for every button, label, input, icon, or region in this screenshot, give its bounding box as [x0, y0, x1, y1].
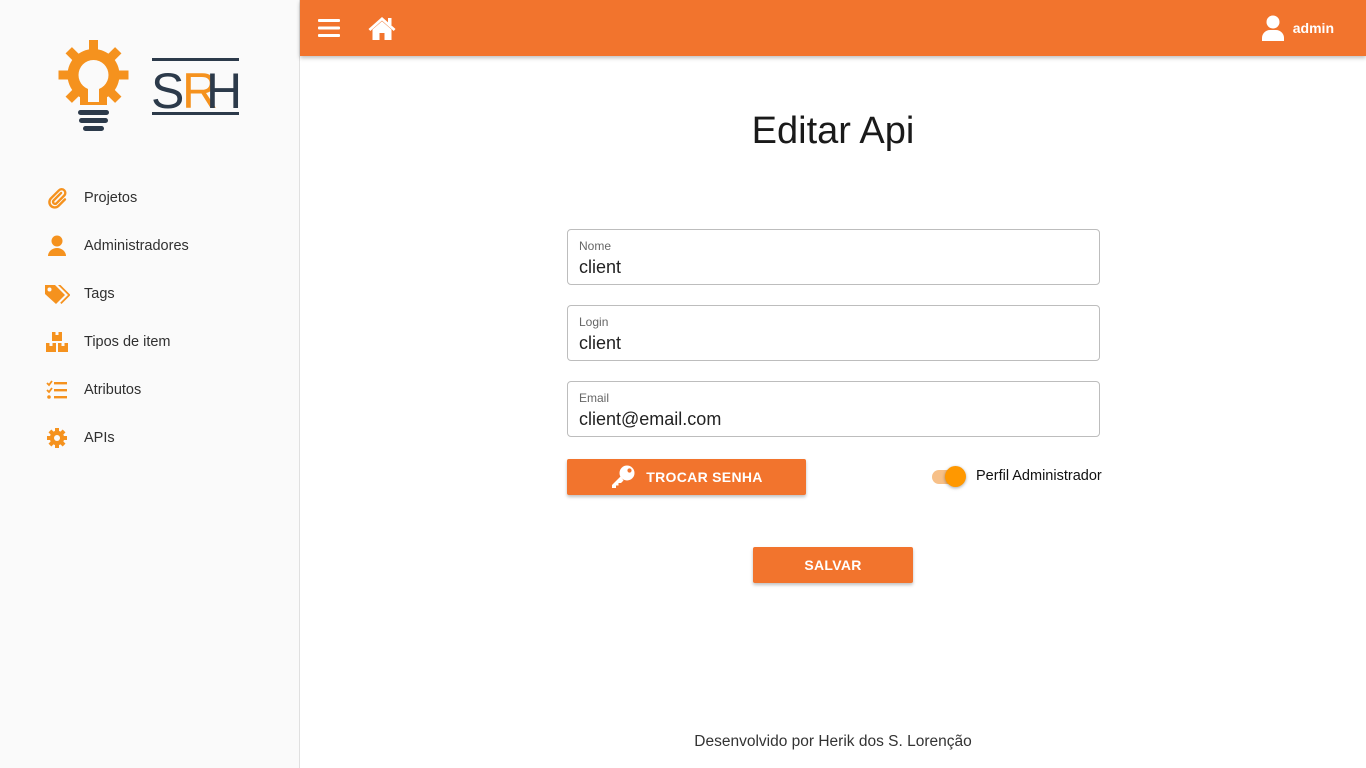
sidebar-nav: Projetos Administradores Tags Tipos de i…: [0, 174, 299, 462]
user-icon: [44, 234, 70, 258]
change-password-button[interactable]: TROCAR SENHA: [567, 459, 806, 495]
sidebar: S R H Projetos Administradores Tags Tipo…: [0, 0, 300, 768]
sidebar-item-label: Tipos de item: [84, 334, 171, 350]
home-icon[interactable]: [367, 14, 397, 42]
svg-text:S: S: [151, 63, 184, 119]
gear-icon: [44, 426, 70, 450]
user-name: admin: [1292, 20, 1334, 36]
email-field[interactable]: Email: [567, 381, 1100, 437]
sidebar-item-projetos[interactable]: Projetos: [0, 174, 299, 222]
page-title: Editar Api: [751, 110, 915, 152]
svg-text:H: H: [206, 63, 242, 119]
srh-logo: S R H: [56, 38, 246, 138]
menu-icon[interactable]: [316, 16, 342, 40]
change-password-label: TROCAR SENHA: [646, 469, 763, 485]
name-input[interactable]: [579, 255, 1084, 279]
boxes-icon: [44, 330, 70, 354]
sidebar-item-label: APIs: [84, 430, 115, 446]
name-field-label: Nome: [579, 239, 612, 253]
email-field-label: Email: [579, 391, 610, 405]
email-input[interactable]: [579, 407, 1084, 431]
key-icon: [610, 465, 636, 489]
top-app-bar: admin: [300, 0, 1366, 56]
paperclip-icon: [44, 186, 70, 210]
sidebar-item-tags[interactable]: Tags: [0, 270, 299, 318]
user-icon: [1261, 15, 1284, 41]
sidebar-item-tipos-de-item[interactable]: Tipos de item: [0, 318, 299, 366]
checklist-icon: [44, 378, 70, 402]
login-field[interactable]: Login: [567, 305, 1100, 361]
sidebar-item-atributos[interactable]: Atributos: [0, 366, 299, 414]
admin-profile-label: Perfil Administrador: [976, 468, 1102, 484]
save-button[interactable]: SALVAR: [753, 547, 913, 583]
sidebar-item-administradores[interactable]: Administradores: [0, 222, 299, 270]
admin-profile-toggle[interactable]: Perfil Administrador: [930, 464, 1102, 488]
name-field[interactable]: Nome: [567, 229, 1100, 285]
tags-icon: [44, 282, 70, 306]
sidebar-item-apis[interactable]: APIs: [0, 414, 299, 462]
footer-credit: Desenvolvido por Herik dos S. Lorenção: [694, 733, 972, 750]
login-field-label: Login: [579, 315, 609, 329]
user-menu[interactable]: admin: [1261, 14, 1334, 42]
sidebar-item-label: Projetos: [84, 190, 138, 206]
sidebar-item-label: Administradores: [84, 238, 189, 254]
login-input[interactable]: [579, 331, 1084, 355]
sidebar-item-label: Tags: [84, 286, 115, 302]
toggle-switch[interactable]: [930, 464, 966, 488]
toggle-thumb: [945, 466, 966, 487]
sidebar-item-label: Atributos: [84, 382, 142, 398]
